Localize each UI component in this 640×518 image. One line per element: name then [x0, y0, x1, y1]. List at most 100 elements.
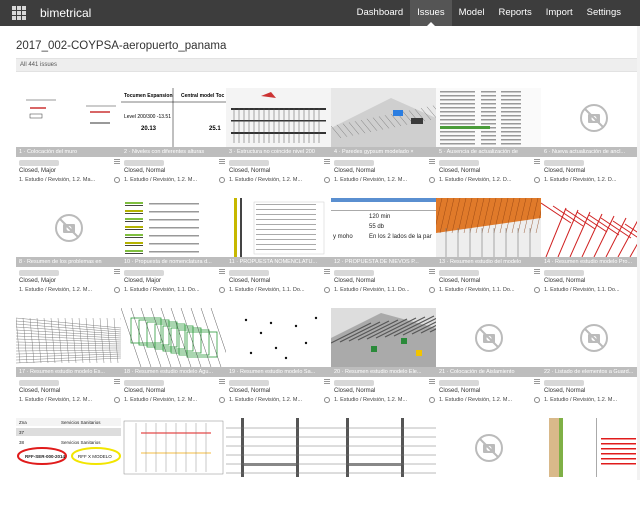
- hamburger-menu-icon[interactable]: [114, 159, 120, 165]
- issue-caption[interactable]: 19 · Resumen estudio modelo Sa...: [226, 367, 331, 377]
- issue-thumbnail[interactable]: 120 min 55 db En los 2 lados de la par y…: [331, 198, 436, 257]
- hamburger-menu-icon[interactable]: [534, 269, 540, 275]
- hamburger-menu-icon[interactable]: [114, 269, 120, 275]
- hamburger-menu-icon[interactable]: [219, 269, 225, 275]
- select-radio[interactable]: [114, 287, 120, 293]
- issue-thumbnail[interactable]: [541, 88, 640, 147]
- issue-card[interactable]: 21 · Colocación de Aislamiento Closed, N…: [436, 308, 541, 408]
- issue-caption[interactable]: 20 · Resumen estudio modelo Ele...: [331, 367, 436, 377]
- issue-caption[interactable]: 6 · Nueva actualización de ancl...: [541, 147, 640, 157]
- issue-caption[interactable]: 10 · Propuesta de nomenclatura d...: [121, 257, 226, 267]
- select-radio[interactable]: [534, 397, 540, 403]
- issue-card[interactable]: [331, 418, 436, 518]
- hamburger-menu-icon[interactable]: [534, 379, 540, 385]
- nav-dashboard[interactable]: Dashboard: [350, 0, 410, 26]
- select-radio[interactable]: [429, 397, 435, 403]
- nav-issues[interactable]: Issues: [410, 0, 452, 26]
- nav-settings[interactable]: Settings: [580, 0, 628, 26]
- issue-caption[interactable]: 18 · Resumen estudio modelo Agu...: [121, 367, 226, 377]
- issue-card[interactable]: 1 · Colocación del muro Closed, Major 1.…: [16, 88, 121, 188]
- nav-reports[interactable]: Reports: [491, 0, 538, 26]
- select-radio[interactable]: [429, 177, 435, 183]
- issue-card[interactable]: [541, 418, 640, 518]
- issue-card[interactable]: 11 · PROPUESTA NOMENCLATU... Closed, Nor…: [226, 198, 331, 298]
- issue-caption[interactable]: 2 · Niveles con diferentes alturas: [121, 147, 226, 157]
- issue-caption[interactable]: 3 · Estructura no coincide nivel 200: [226, 147, 331, 157]
- issue-card[interactable]: Zna Servicios Sanitarios 37 38 Servicios…: [16, 418, 121, 518]
- issue-thumbnail[interactable]: [331, 88, 436, 147]
- issue-caption[interactable]: 11 · PROPUESTA NOMENCLATU...: [226, 257, 331, 267]
- brand-name[interactable]: bimetrical: [40, 6, 91, 20]
- issue-thumbnail[interactable]: [226, 198, 331, 257]
- hamburger-menu-icon[interactable]: [324, 379, 330, 385]
- issue-thumbnail[interactable]: [16, 308, 121, 367]
- issue-card[interactable]: 22 · Listado de elementos a Guard... Clo…: [541, 308, 640, 408]
- select-radio[interactable]: [114, 177, 120, 183]
- issue-thumbnail[interactable]: [16, 88, 121, 147]
- issue-thumbnail[interactable]: [331, 418, 436, 477]
- hamburger-menu-icon[interactable]: [429, 159, 435, 165]
- select-radio[interactable]: [534, 177, 540, 183]
- select-radio[interactable]: [324, 287, 330, 293]
- issue-card[interactable]: 18 · Resumen estudio modelo Agu... Close…: [121, 308, 226, 408]
- select-radio[interactable]: [534, 287, 540, 293]
- issue-card[interactable]: Tocumen Expansion Central model Toc Leve…: [121, 88, 226, 188]
- issue-thumbnail[interactable]: [541, 308, 640, 367]
- issue-thumbnail[interactable]: [121, 198, 226, 257]
- issue-caption[interactable]: 22 · Listado de elementos a Guard...: [541, 367, 640, 377]
- hamburger-menu-icon[interactable]: [114, 379, 120, 385]
- issue-caption[interactable]: 12 · PROPUESTA DE NIEVOS P...: [331, 257, 436, 267]
- select-radio[interactable]: [219, 397, 225, 403]
- issue-card[interactable]: 5 · Ausencia de actualización de Closed,…: [436, 88, 541, 188]
- issue-card[interactable]: 10 · Propuesta de nomenclatura d... Clos…: [121, 198, 226, 298]
- issue-caption[interactable]: 1 · Colocación del muro: [16, 147, 121, 157]
- issue-card[interactable]: 4 · Paredes gypsum modelado × Closed, No…: [331, 88, 436, 188]
- select-radio[interactable]: [324, 397, 330, 403]
- issue-caption[interactable]: 14 · Resumen estudio modelo Pro...: [541, 257, 640, 267]
- issue-thumbnail[interactable]: [541, 198, 640, 257]
- issue-thumbnail[interactable]: Zna Servicios Sanitarios 37 38 Servicios…: [16, 418, 121, 477]
- bimetrical-logo-icon[interactable]: [12, 6, 26, 20]
- hamburger-menu-icon[interactable]: [324, 159, 330, 165]
- hamburger-menu-icon[interactable]: [219, 159, 225, 165]
- issue-thumbnail[interactable]: [226, 308, 331, 367]
- hamburger-menu-icon[interactable]: [429, 269, 435, 275]
- nav-model[interactable]: Model: [452, 0, 492, 26]
- issue-card[interactable]: 19 · Resumen estudio modelo Sa... Closed…: [226, 308, 331, 408]
- issue-card[interactable]: 20 · Resumen estudio modelo Ele... Close…: [331, 308, 436, 408]
- issue-card[interactable]: 17 · Resumen estudio modelo Es... Closed…: [16, 308, 121, 408]
- issue-thumbnail[interactable]: Tocumen Expansion Central model Toc Leve…: [121, 88, 226, 147]
- issue-thumbnail[interactable]: [226, 418, 331, 477]
- issue-thumbnail[interactable]: [436, 418, 541, 477]
- issue-caption[interactable]: 4 · Paredes gypsum modelado ×: [331, 147, 436, 157]
- issue-caption[interactable]: 13 · Resumen estudio del modelo: [436, 257, 541, 267]
- issue-thumbnail[interactable]: [436, 198, 541, 257]
- issue-thumbnail[interactable]: [331, 308, 436, 367]
- issue-caption[interactable]: 17 · Resumen estudio modelo Es...: [16, 367, 121, 377]
- issue-thumbnail[interactable]: [226, 88, 331, 147]
- issue-caption[interactable]: 21 · Colocación de Aislamiento: [436, 367, 541, 377]
- issue-thumbnail[interactable]: [436, 308, 541, 367]
- hamburger-menu-icon[interactable]: [429, 379, 435, 385]
- issue-card[interactable]: 3 · Estructura no coincide nivel 200 Clo…: [226, 88, 331, 188]
- select-radio[interactable]: [219, 177, 225, 183]
- issue-thumbnail[interactable]: [121, 418, 226, 477]
- issue-card[interactable]: 13 · Resumen estudio del modelo Closed, …: [436, 198, 541, 298]
- select-radio[interactable]: [429, 287, 435, 293]
- select-radio[interactable]: [219, 287, 225, 293]
- select-radio[interactable]: [324, 177, 330, 183]
- issue-card[interactable]: 14 · Resumen estudio modelo Pro... Close…: [541, 198, 640, 298]
- issue-thumbnail[interactable]: [121, 308, 226, 367]
- nav-import[interactable]: Import: [539, 0, 580, 26]
- issue-card[interactable]: [121, 418, 226, 518]
- issue-card[interactable]: 6 · Nueva actualización de ancl... Close…: [541, 88, 640, 188]
- issue-caption[interactable]: 5 · Ausencia de actualización de: [436, 147, 541, 157]
- issue-card[interactable]: 8 · Resumen de los problemas en Closed, …: [16, 198, 121, 298]
- hamburger-menu-icon[interactable]: [324, 269, 330, 275]
- issue-card[interactable]: [226, 418, 331, 518]
- issue-card[interactable]: 120 min 55 db En los 2 lados de la par y…: [331, 198, 436, 298]
- issue-caption[interactable]: 8 · Resumen de los problemas en: [16, 257, 121, 267]
- issue-thumbnail[interactable]: [541, 418, 640, 477]
- issue-thumbnail[interactable]: [16, 198, 121, 257]
- hamburger-menu-icon[interactable]: [534, 159, 540, 165]
